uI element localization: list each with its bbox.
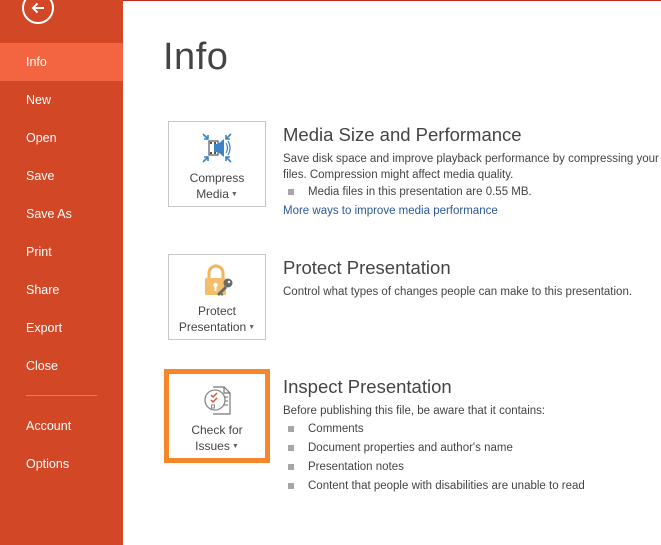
protect-section-title: Protect Presentation — [283, 257, 451, 278]
inspect-bullet: Content that people with disabilities ar… — [283, 477, 661, 496]
inspect-bullet: Document properties and author's name — [283, 439, 661, 458]
check-issues-icon — [204, 386, 231, 415]
page-title: Info — [163, 36, 229, 78]
protect-label-1: Protect — [197, 304, 236, 318]
sidebar-divider — [26, 395, 97, 396]
dropdown-caret-icon: ▼ — [231, 442, 239, 450]
inspect-section-title: Inspect Presentation — [283, 376, 452, 397]
protect-section-description: Control what types of changes people can… — [283, 286, 633, 298]
sidebar-item-share[interactable]: Share — [0, 271, 123, 309]
protect-presentation-button[interactable]: Protect Presentation ▼ — [168, 254, 266, 340]
dropdown-caret-icon: ▼ — [230, 190, 238, 198]
sidebar-item-save[interactable]: Save — [0, 157, 123, 195]
back-arrow-icon — [31, 2, 44, 14]
protect-label-2: Presentation — [178, 320, 247, 334]
sidebar-item-print[interactable]: Print — [0, 233, 123, 271]
media-description-line-2: files. Compression might affect media qu… — [283, 169, 514, 181]
back-button[interactable] — [22, 0, 54, 24]
compress-media-label-1: Compress — [189, 171, 245, 185]
top-accent-line — [123, 0, 661, 1]
media-section-title: Media Size and Performance — [283, 124, 522, 145]
sidebar-item-save-as[interactable]: Save As — [0, 195, 123, 233]
media-performance-link[interactable]: More ways to improve media performance — [283, 202, 661, 220]
sidebar-item-account[interactable]: Account — [0, 407, 123, 445]
media-section-description: Save disk space and improve playback per… — [283, 151, 661, 183]
check-issues-label-1: Check for — [191, 423, 243, 437]
sidebar-item-export[interactable]: Export — [0, 309, 123, 347]
inspect-bullet: Presentation notes — [283, 458, 661, 477]
lock-key-icon — [205, 264, 233, 296]
compress-media-button[interactable]: Compress Media ▼ — [168, 121, 266, 207]
media-size-bullet: Media files in this presentation are 0.5… — [283, 183, 661, 202]
sidebar-item-open[interactable]: Open — [0, 119, 123, 157]
compress-media-icon — [202, 133, 232, 163]
sidebar-item-info[interactable]: Info — [0, 43, 123, 81]
sidebar-item-new[interactable]: New — [0, 81, 123, 119]
dropdown-caret-icon: ▼ — [248, 323, 256, 331]
sidebar-item-close[interactable]: Close — [0, 347, 123, 385]
media-description-line-1: Save disk space and improve playback per… — [283, 153, 659, 165]
sidebar-item-options[interactable]: Options — [0, 445, 123, 483]
inspect-bullet: Comments — [283, 420, 661, 439]
compress-media-label-2: Media — [196, 187, 229, 201]
check-for-issues-button[interactable]: Check for Issues ▼ — [164, 369, 270, 463]
check-issues-label-2: Issues — [195, 439, 230, 453]
inspect-section-description: Before publishing this file, be aware th… — [283, 405, 546, 417]
backstage-sidebar: Info New Open Save Save As Print Share E… — [0, 0, 123, 545]
